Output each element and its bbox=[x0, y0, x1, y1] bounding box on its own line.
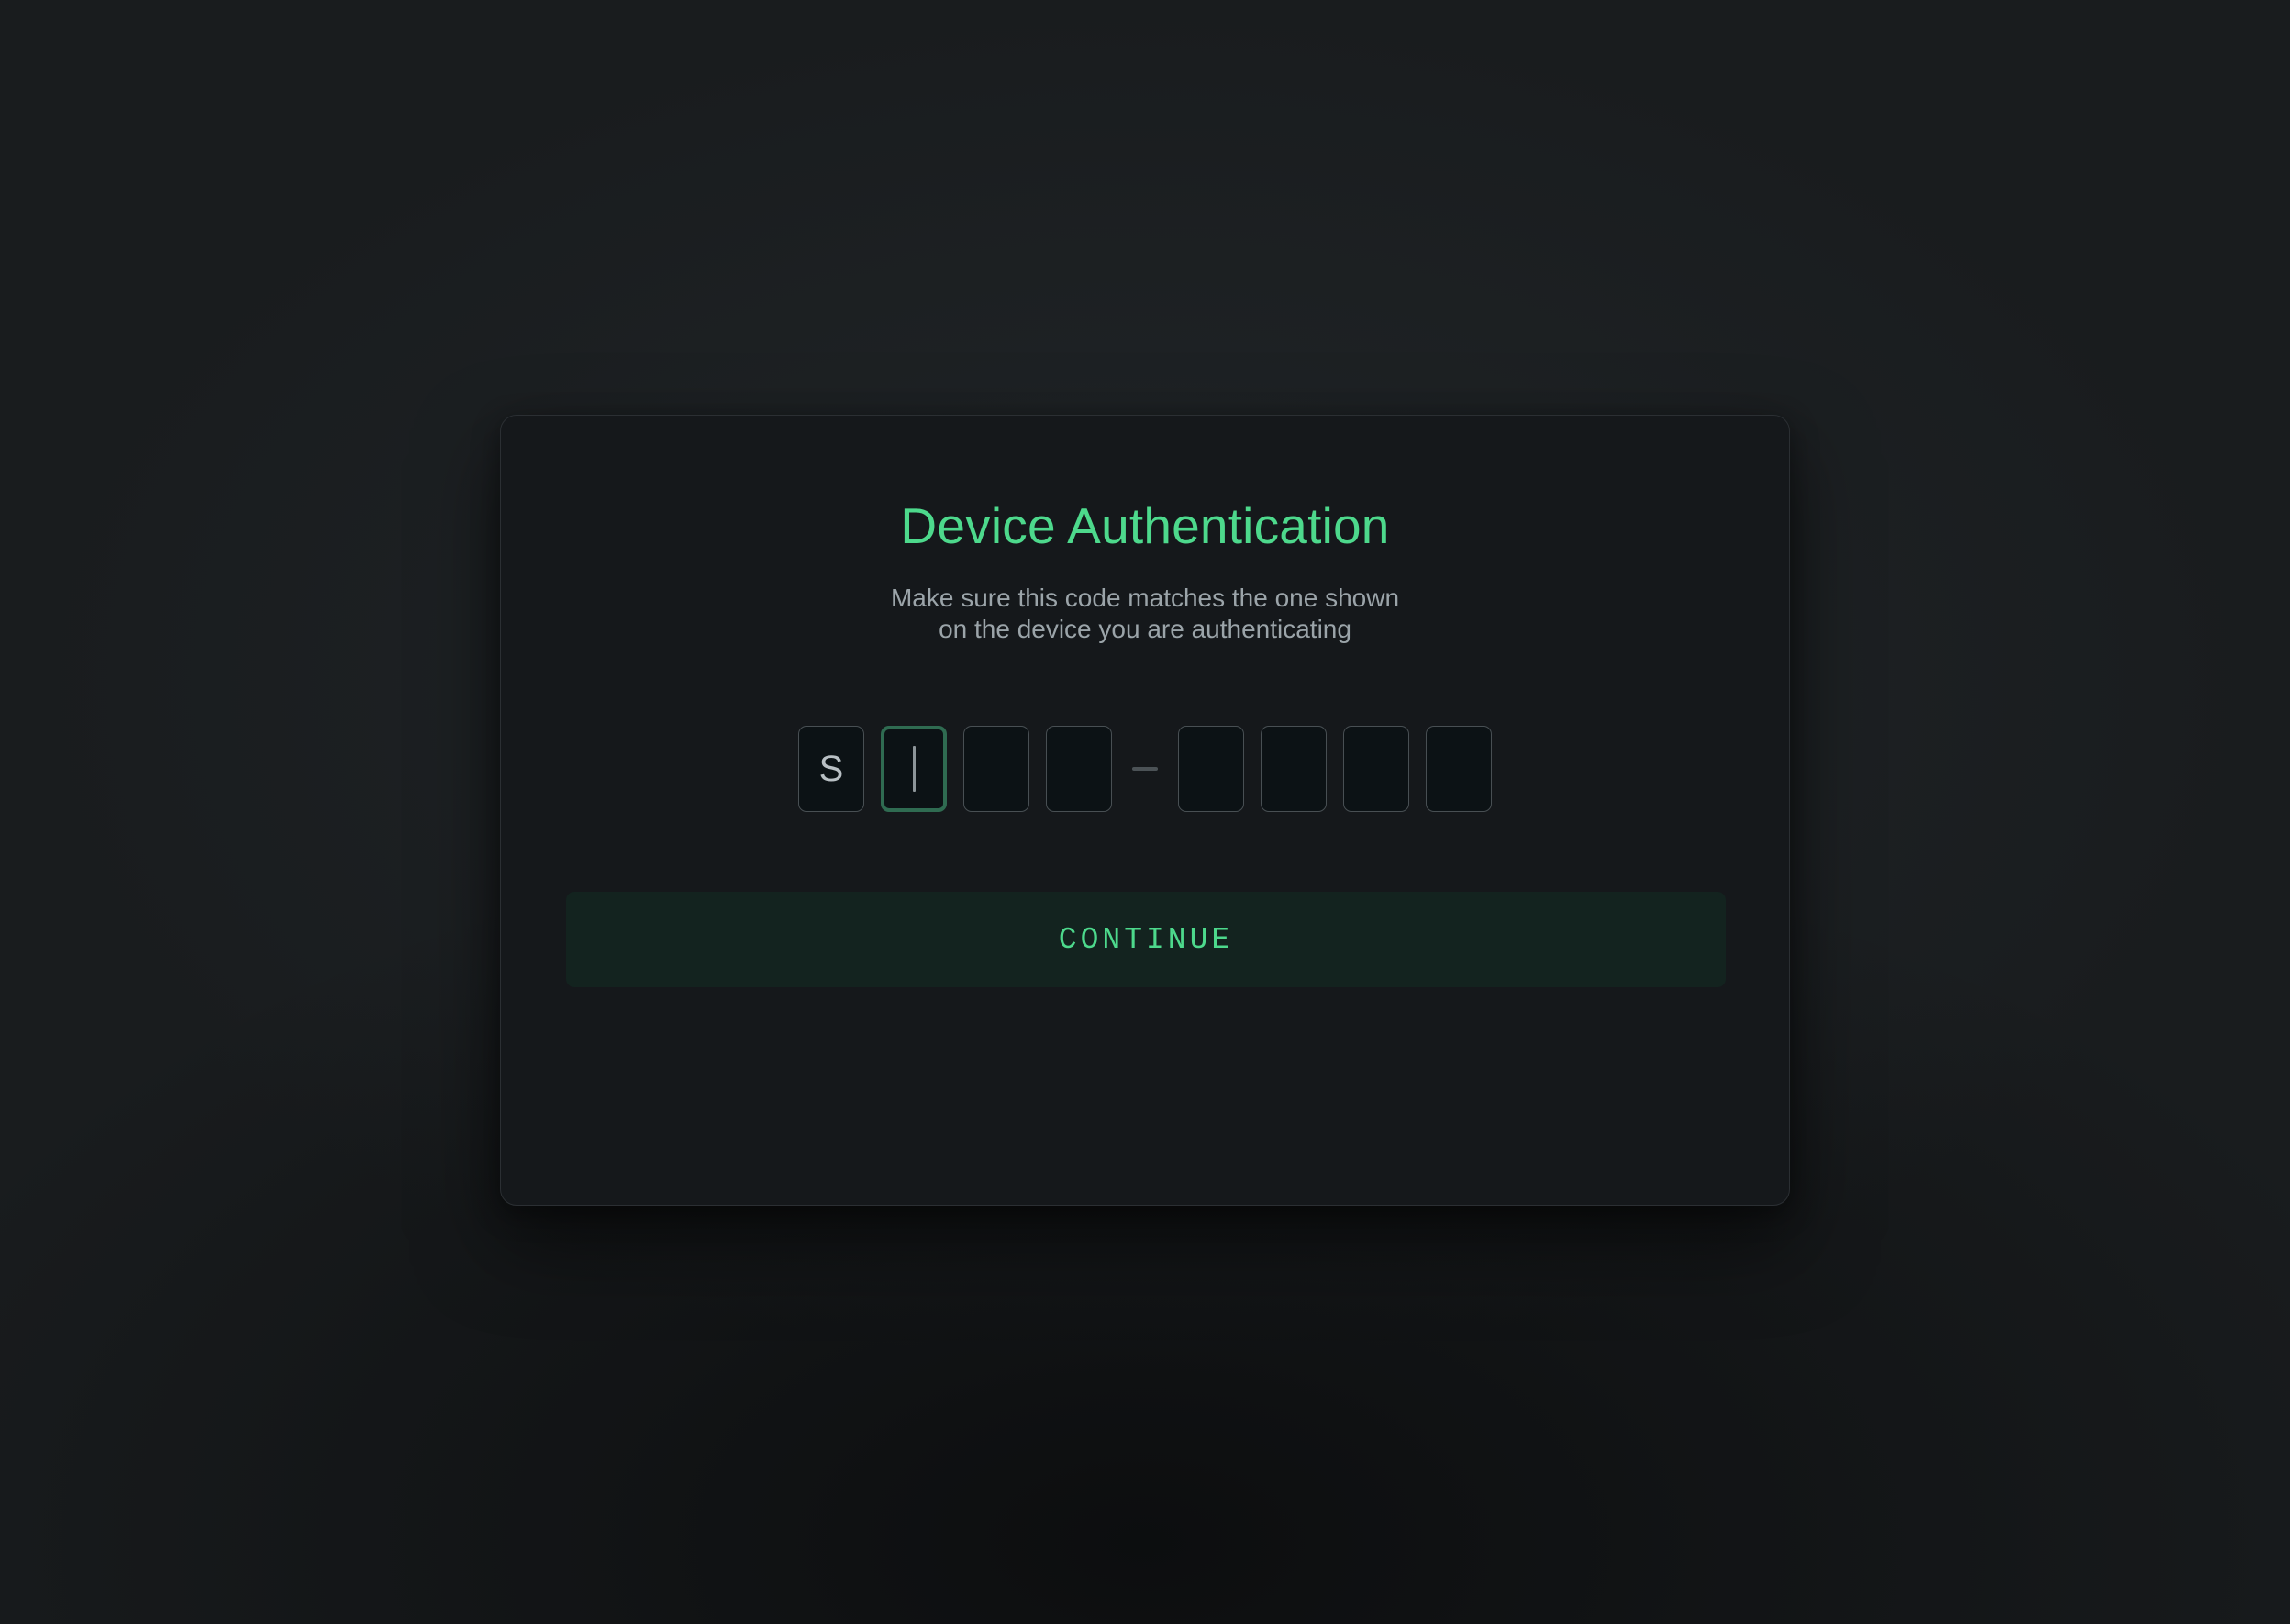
text-caret bbox=[912, 746, 916, 792]
device-authentication-dialog: Device Authentication Make sure this cod… bbox=[500, 415, 1790, 1206]
dialog-description-line-2: on the device you are authenticating bbox=[939, 615, 1351, 644]
page-title: Device Authentication bbox=[900, 497, 1390, 554]
code-input-box-2[interactable] bbox=[881, 726, 947, 812]
code-input-box-4[interactable] bbox=[1046, 726, 1112, 812]
code-input-box-5[interactable] bbox=[1178, 726, 1244, 812]
dialog-description: Make sure this code matches the one show… bbox=[501, 583, 1789, 645]
code-input-box-7[interactable] bbox=[1343, 726, 1409, 812]
code-input-row: S bbox=[501, 726, 1789, 812]
dialog-description-line-1: Make sure this code matches the one show… bbox=[890, 584, 1400, 612]
continue-button[interactable]: CONTINUE bbox=[566, 892, 1726, 987]
code-input-box-6[interactable] bbox=[1261, 726, 1327, 812]
dialog-content: Device Authentication Make sure this cod… bbox=[501, 416, 1789, 1205]
code-group-second bbox=[1178, 726, 1492, 812]
code-input-box-1[interactable]: S bbox=[798, 726, 864, 812]
code-input-box-3[interactable] bbox=[963, 726, 1029, 812]
dialog-card: Device Authentication Make sure this cod… bbox=[500, 415, 1790, 1206]
code-separator-dash bbox=[1132, 767, 1158, 771]
code-group-first: S bbox=[798, 726, 1112, 812]
code-input-box-8[interactable] bbox=[1426, 726, 1492, 812]
